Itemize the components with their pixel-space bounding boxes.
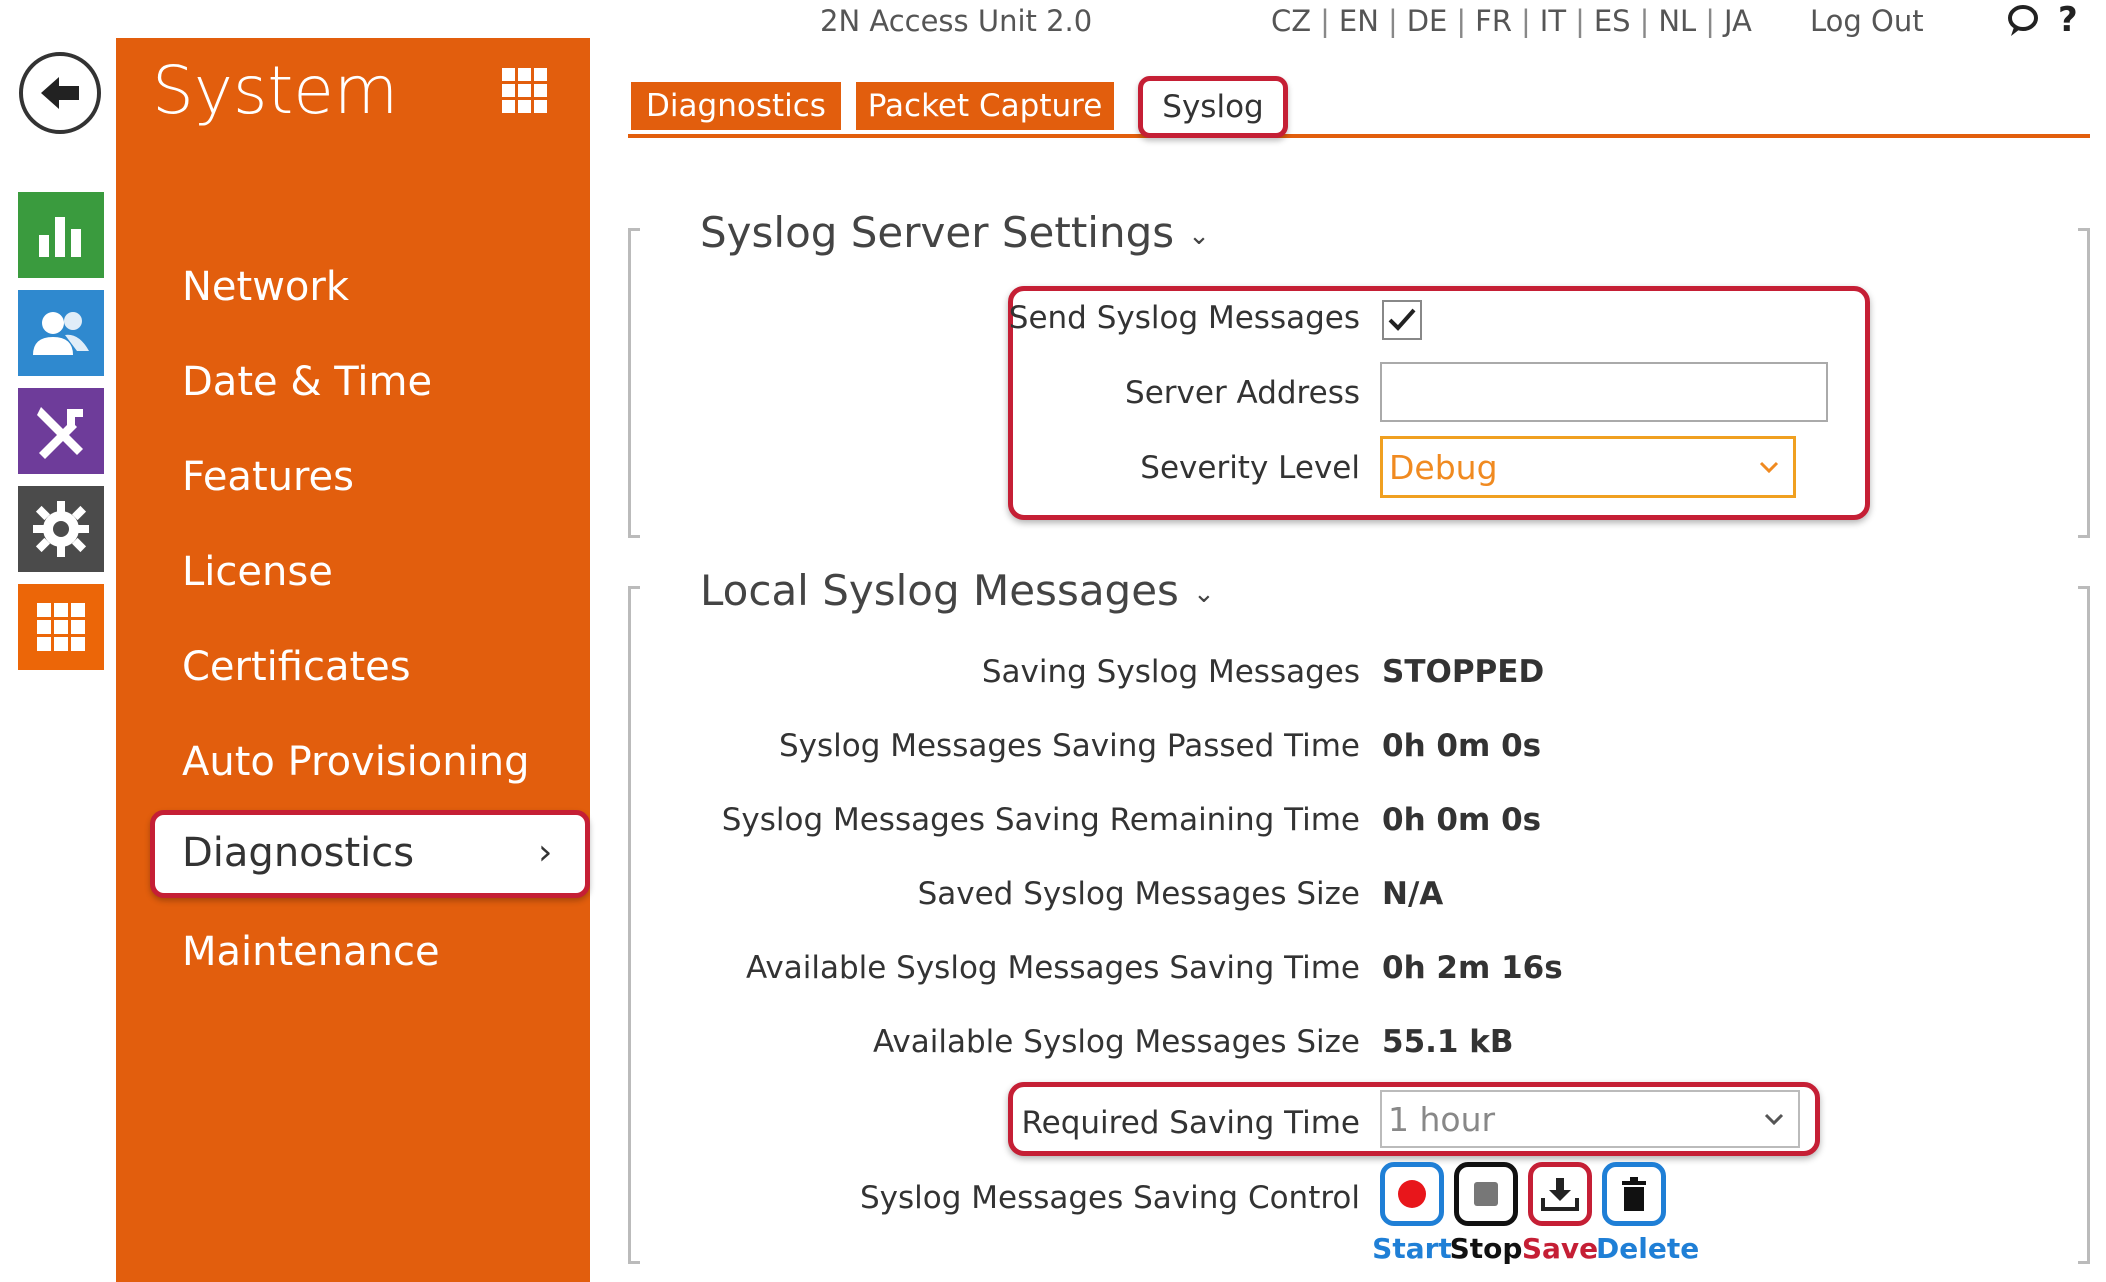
saved-size-value: N/A [1382,876,1444,912]
tab-diagnostics[interactable]: Diagnostics [631,82,841,130]
gear-icon [33,501,89,557]
lang-fr[interactable]: FR [1466,4,1521,38]
local-syslog-section-header[interactable]: Local Syslog Messages ⌄ [700,566,1225,615]
tab-packet-capture[interactable]: Packet Capture [856,82,1114,130]
tab-underline [628,134,2090,138]
sidebar-item-maintenance[interactable]: Maintenance [182,929,440,975]
stop-button[interactable] [1454,1162,1518,1226]
available-size-label: Available Syslog Messages Size [873,1024,1360,1060]
chat-icon[interactable] [2005,3,2041,39]
required-time-select[interactable]: 1 hour [1380,1090,1800,1148]
services-menu-tile[interactable] [18,584,104,670]
grid-icon [37,603,85,651]
server-address-label: Server Address [1125,375,1360,411]
saved-size-label: Saved Syslog Messages Size [917,876,1360,912]
lang-ja[interactable]: JA [1715,4,1761,38]
record-icon [1398,1180,1426,1208]
lang-es[interactable]: ES [1585,4,1640,38]
send-syslog-checkbox[interactable] [1382,300,1422,340]
sidebar-item-auto-provisioning[interactable]: Auto Provisioning [182,739,529,785]
checkmark-icon [1388,308,1416,331]
lang-nl[interactable]: NL [1649,4,1705,38]
local-syslog-title: Local Syslog Messages [700,566,1179,615]
language-switcher: CZ | EN | DE | FR | IT | ES | NL | JA [1262,4,1761,38]
save-button[interactable] [1528,1162,1592,1226]
delete-button[interactable] [1602,1162,1666,1226]
lang-en[interactable]: EN [1330,4,1388,38]
back-button[interactable] [19,52,101,134]
chevron-down-icon: ⌄ [1192,578,1215,609]
saving-status-label: Saving Syslog Messages [981,654,1360,690]
sidebar-title: System [152,52,399,129]
available-time-value: 0h 2m 16s [1382,950,1563,986]
help-icon[interactable]: ? [2058,0,2078,40]
tools-icon [37,407,83,459]
chevron-right-icon: › [538,832,553,873]
saving-control-label: Syslog Messages Saving Control [859,1180,1360,1216]
app-grid-icon[interactable] [502,68,548,114]
system-menu-tile[interactable] [18,486,104,572]
trash-icon [1622,1177,1646,1211]
required-time-value: 1 hour [1388,1099,1496,1139]
severity-level-select[interactable]: Debug [1380,436,1796,498]
severity-level-value: Debug [1389,447,1498,487]
start-button[interactable] [1380,1162,1444,1226]
logout-link[interactable]: Log Out [1810,4,1924,38]
syslog-server-title: Syslog Server Settings [700,208,1175,257]
server-address-input[interactable] [1380,362,1828,422]
delete-label: Delete [1596,1232,1700,1265]
syslog-server-section-header[interactable]: Syslog Server Settings ⌄ [700,208,1220,257]
lang-de[interactable]: DE [1398,4,1457,38]
save-label: Save [1521,1232,1599,1265]
hardware-menu-tile[interactable] [18,388,104,474]
lang-cz[interactable]: CZ [1262,4,1320,38]
chevron-down-icon [1759,461,1779,473]
chevron-down-icon [1764,1113,1784,1125]
saving-status-value: STOPPED [1382,654,1545,690]
sidebar-item-license[interactable]: License [182,549,333,595]
device-title: 2N Access Unit 2.0 [820,4,1093,38]
sidebar-item-diagnostics-label: Diagnostics [182,830,415,876]
available-size-value: 55.1 kB [1382,1024,1514,1060]
sidebar-item-certificates[interactable]: Certificates [182,644,411,690]
passed-time-value: 0h 0m 0s [1382,728,1542,764]
users-icon [33,312,89,355]
download-icon [1541,1178,1579,1211]
sidebar-item-features[interactable]: Features [182,454,354,500]
back-arrow-icon [41,77,79,109]
bar-chart-icon [39,217,81,257]
severity-level-label: Severity Level [1140,450,1360,486]
chevron-down-icon: ⌄ [1188,220,1210,251]
sidebar-item-date-time[interactable]: Date & Time [182,359,432,405]
directory-menu-tile[interactable] [18,290,104,376]
remaining-time-value: 0h 0m 0s [1382,802,1542,838]
passed-time-label: Syslog Messages Saving Passed Time [778,728,1360,764]
available-time-label: Available Syslog Messages Saving Time [745,950,1360,986]
send-syslog-label: Send Syslog Messages [1008,300,1360,336]
stop-icon [1474,1182,1498,1206]
status-menu-tile[interactable] [18,192,104,278]
sidebar-item-network[interactable]: Network [182,264,349,310]
required-time-label: Required Saving Time [1021,1105,1360,1141]
lang-it[interactable]: IT [1531,4,1575,38]
tab-syslog[interactable]: Syslog [1138,76,1288,138]
remaining-time-label: Syslog Messages Saving Remaining Time [721,802,1360,838]
